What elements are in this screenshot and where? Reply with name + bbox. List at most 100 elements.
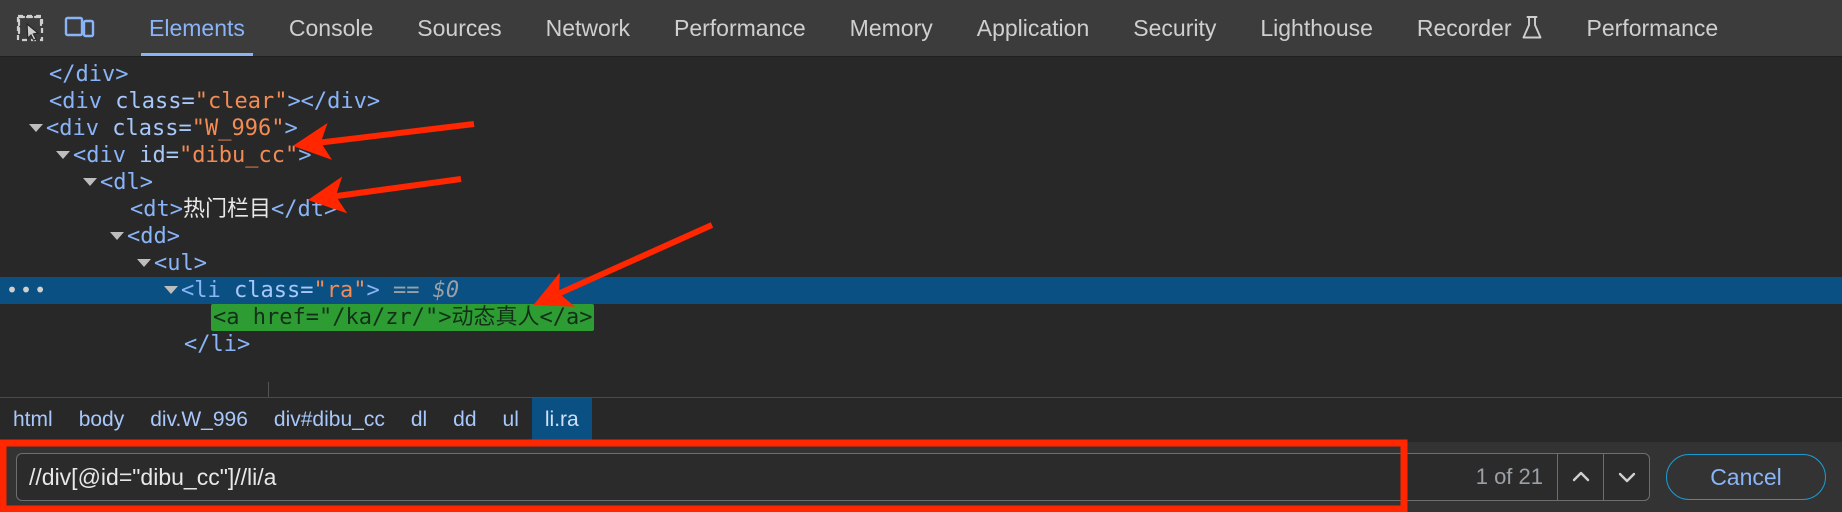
token-tag: >	[298, 143, 312, 168]
dom-node-markup: <div class="clear"></div>	[49, 89, 380, 114]
dom-node-row[interactable]: <div id="dibu_cc">	[0, 142, 1842, 169]
dom-tree-panel[interactable]: </div> <div class="clear"></div> <div clas…	[0, 57, 1842, 397]
dom-node-markup: <div class="W_996">	[46, 116, 298, 141]
tab-label: Recorder	[1416, 14, 1512, 41]
tab-network[interactable]: Network	[524, 0, 652, 56]
tab-label: Sources	[417, 14, 502, 41]
breadcrumb-item-dd[interactable]: dd	[440, 398, 489, 442]
search-match-highlight: <a href="/ka/zr/">动态真人</a>	[211, 304, 595, 331]
token-attval: "W_996"	[191, 116, 285, 141]
token-tag: <a	[213, 305, 253, 330]
breadcrumb-item-li-ra[interactable]: li.ra	[531, 398, 592, 442]
token-tag: <div	[49, 89, 116, 114]
search-toolbar: 1 of 21 Cancel	[0, 442, 1842, 512]
token-attname: class=	[233, 278, 314, 303]
device-toolbar-icon[interactable]	[60, 8, 100, 48]
dom-node-markup: </div>	[49, 62, 128, 87]
token-tag: >	[284, 116, 298, 141]
token-tag: <dt>	[130, 197, 183, 222]
dom-node-row[interactable]: </div>	[0, 61, 1842, 88]
token-tag: <dd>	[127, 224, 180, 249]
token-txt: 热门栏目	[182, 197, 271, 222]
token-tag: <li	[181, 278, 234, 303]
dom-node-row[interactable]: <dt>热门栏目</dt>	[0, 196, 1842, 223]
tab-console[interactable]: Console	[267, 0, 395, 56]
dom-node-row[interactable]: ••• <li class="ra"> == $0	[0, 277, 1842, 304]
dom-node-row[interactable]: <div class="W_996">	[0, 115, 1842, 142]
dom-node-row[interactable]: </li>	[0, 331, 1842, 358]
tab-label: Performance	[1586, 14, 1719, 41]
tab-label: Memory	[849, 14, 933, 41]
dom-node-row[interactable]: <div class="clear"></div>	[0, 88, 1842, 115]
dom-node-row[interactable]: <a href="/ka/zr/">动态真人</a>	[0, 304, 1842, 331]
token-attval: "dibu_cc"	[178, 143, 299, 168]
tab-performance-2[interactable]: Performance	[1565, 0, 1741, 56]
panel-tab-list: Elements Console Sources Network Performance…	[127, 0, 1842, 56]
token-attname: class=	[115, 89, 195, 114]
disclosure-triangle-icon[interactable]	[83, 177, 97, 186]
tab-memory[interactable]: Memory	[828, 0, 955, 56]
token-tag: <dl>	[100, 170, 153, 195]
tab-label: Console	[288, 14, 374, 41]
token-tag: ></div>	[287, 89, 381, 114]
devtools-toolbar: Elements Console Sources Network Performance…	[0, 0, 1842, 57]
dom-node-markup: <dd>	[127, 224, 180, 249]
dom-node-row[interactable]: <ul>	[0, 250, 1842, 277]
tab-performance[interactable]: Performance	[652, 0, 828, 56]
dom-node-markup: <div id="dibu_cc">	[73, 143, 311, 168]
cancel-button[interactable]: Cancel	[1666, 454, 1826, 500]
tab-label: Lighthouse	[1260, 14, 1373, 41]
token-attval: "ra"	[313, 278, 367, 303]
token-tag: >	[366, 278, 393, 303]
tab-label: Application	[976, 14, 1090, 41]
tab-label: Elements	[149, 14, 245, 41]
token-attval: "/ka/zr/"	[318, 305, 439, 330]
search-field-wrapper[interactable]: 1 of 21	[16, 453, 1650, 501]
expand-ellipsis-badge[interactable]: •••	[6, 277, 48, 304]
dom-node-markup: <ul>	[154, 251, 207, 276]
dom-node-markup: <dt>热门栏目</dt>	[130, 197, 337, 222]
breadcrumb-item-dl[interactable]: dl	[398, 398, 440, 442]
breadcrumb-item-ul[interactable]: ul	[490, 398, 532, 442]
token-attname: href=	[252, 305, 319, 330]
toolbar-icon-group	[0, 0, 127, 56]
chevron-up-icon[interactable]	[1557, 454, 1603, 500]
dom-node-markup: </li>	[184, 332, 250, 357]
disclosure-triangle-icon[interactable]	[164, 285, 178, 294]
dom-node-row[interactable]: <dd>	[0, 223, 1842, 250]
flask-icon	[1522, 16, 1541, 39]
tab-application[interactable]: Application	[955, 0, 1112, 56]
token-tag: <ul>	[154, 251, 207, 276]
breadcrumb-item-div-dibu_cc[interactable]: div#dibu_cc	[261, 398, 398, 442]
tab-recorder[interactable]: Recorder	[1395, 0, 1565, 56]
tab-sources[interactable]: Sources	[395, 0, 523, 56]
token-tag: </li>	[184, 332, 251, 357]
tab-security[interactable]: Security	[1111, 0, 1238, 56]
token-attval: "clear"	[194, 89, 288, 114]
token-tag: </a>	[539, 305, 593, 330]
disclosure-triangle-icon[interactable]	[56, 150, 70, 159]
inspect-element-icon[interactable]	[10, 8, 50, 48]
token-tag: <div	[46, 116, 113, 141]
dom-node-row[interactable]: <dl>	[0, 169, 1842, 196]
token-tag: </div>	[49, 62, 129, 87]
breadcrumb-item-body[interactable]: body	[66, 398, 138, 442]
search-input[interactable]	[17, 454, 1462, 500]
indent-guide	[268, 382, 269, 397]
disclosure-triangle-icon[interactable]	[137, 258, 151, 267]
tab-elements[interactable]: Elements	[127, 0, 267, 56]
disclosure-triangle-icon[interactable]	[110, 231, 124, 240]
tab-label: Network	[545, 14, 630, 41]
chevron-down-icon[interactable]	[1603, 454, 1649, 500]
token-txt: 动态真人	[451, 305, 540, 330]
match-count-label: 1 of 21	[1475, 464, 1543, 489]
token-dollar: == $0	[392, 278, 460, 303]
breadcrumb: html body div.W_996 div#dibu_cc dl dd ul li.ra	[0, 397, 1842, 442]
tab-lighthouse[interactable]: Lighthouse	[1238, 0, 1395, 56]
tab-label: Security	[1133, 14, 1217, 41]
breadcrumb-item-div-W_996[interactable]: div.W_996	[137, 398, 261, 442]
dom-node-markup: <li class="ra"> == $0	[181, 278, 459, 303]
breadcrumb-item-html[interactable]: html	[0, 398, 66, 442]
disclosure-triangle-icon[interactable]	[29, 123, 43, 132]
token-tag: </dt>	[271, 197, 338, 222]
